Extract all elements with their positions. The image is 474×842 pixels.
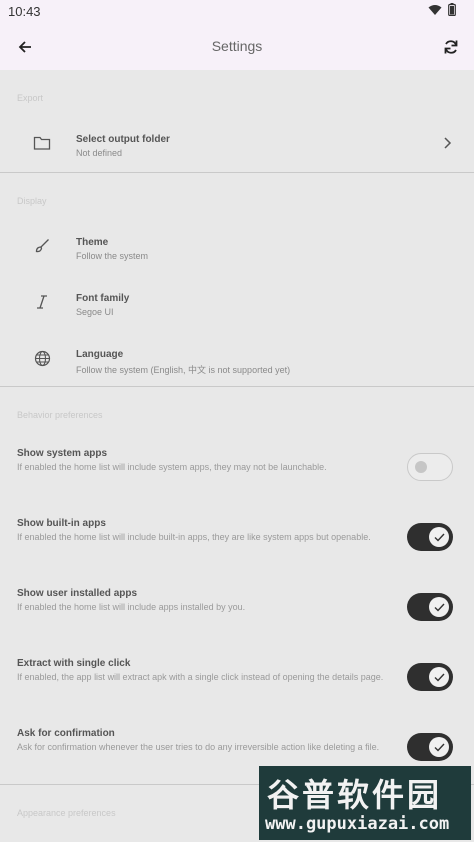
pref-title-extract-single-click: Extract with single click bbox=[17, 658, 131, 669]
pref-desc: If enabled the home list will include ap… bbox=[17, 602, 246, 612]
folder-icon bbox=[31, 132, 53, 154]
toggle-knob bbox=[429, 737, 449, 757]
divider bbox=[0, 386, 474, 387]
theme-item[interactable]: Theme Follow the system bbox=[0, 221, 474, 271]
show-user-installed-apps-toggle[interactable] bbox=[407, 593, 453, 621]
status-time: 10:43 bbox=[8, 4, 41, 19]
watermark-text: 谷普软件园 bbox=[267, 777, 443, 813]
extract-single-click-toggle[interactable] bbox=[407, 663, 453, 691]
ask-for-confirmation-toggle[interactable] bbox=[407, 733, 453, 761]
row-title: Font family bbox=[76, 293, 130, 304]
row-title: Language bbox=[76, 349, 124, 360]
row-subtitle: Follow the system bbox=[76, 251, 149, 261]
italic-font-icon bbox=[31, 291, 53, 313]
toggle-knob bbox=[429, 597, 449, 617]
section-label-display: Display bbox=[17, 196, 47, 206]
battery-icon bbox=[448, 3, 456, 16]
show-system-apps-toggle[interactable] bbox=[407, 453, 453, 481]
brush-icon bbox=[31, 235, 53, 257]
watermark-logo: 谷普软件园 www.gupuxiazai.com bbox=[259, 766, 471, 840]
check-icon bbox=[434, 603, 445, 612]
pref-title-show-user-installed-apps: Show user installed apps bbox=[17, 588, 138, 599]
row-subtitle: Not defined bbox=[76, 148, 123, 158]
section-label-appearance: Appearance preferences bbox=[17, 808, 116, 818]
toggle-knob bbox=[429, 527, 449, 547]
show-built-in-apps-toggle[interactable] bbox=[407, 523, 453, 551]
status-icons bbox=[428, 3, 456, 16]
refresh-icon bbox=[444, 40, 458, 54]
toggle-knob bbox=[415, 461, 427, 473]
pref-title-ask-for-confirmation: Ask for confirmation bbox=[17, 728, 115, 739]
pref-desc: If enabled the home list will include sy… bbox=[17, 462, 327, 472]
pref-desc: Ask for confirmation whenever the user t… bbox=[17, 742, 380, 752]
font-family-item[interactable]: Font family Segoe UI bbox=[0, 277, 474, 327]
check-icon bbox=[434, 743, 445, 752]
page-title: Settings bbox=[211, 38, 263, 54]
top-bar: 10:43 Settings bbox=[0, 0, 474, 70]
section-label-export: Export bbox=[17, 93, 44, 103]
row-subtitle: Segoe UI bbox=[76, 307, 114, 317]
divider bbox=[0, 172, 474, 173]
language-item[interactable]: Language Follow the system (English, 中文 … bbox=[0, 333, 474, 383]
row-title: Select output folder bbox=[76, 134, 170, 145]
select-output-folder-item[interactable]: Select output folder Not defined bbox=[0, 118, 474, 168]
section-label-behavior: Behavior preferences bbox=[17, 410, 103, 420]
pref-title-show-built-in-apps: Show built-in apps bbox=[17, 518, 106, 529]
row-subtitle: Follow the system (English, 中文 is not su… bbox=[76, 365, 291, 375]
check-icon bbox=[434, 533, 445, 542]
chevron-right-icon bbox=[440, 136, 454, 150]
check-icon bbox=[434, 673, 445, 682]
refresh-button[interactable] bbox=[440, 36, 462, 58]
row-title: Theme bbox=[76, 237, 109, 248]
toggle-knob bbox=[429, 667, 449, 687]
globe-icon bbox=[31, 347, 53, 369]
pref-desc: If enabled, the app list will extract ap… bbox=[17, 672, 384, 682]
wifi-icon bbox=[428, 4, 442, 15]
pref-desc: If enabled the home list will include bu… bbox=[17, 532, 371, 542]
pref-title-show-system-apps: Show system apps bbox=[17, 448, 108, 459]
watermark-url: www.gupuxiazai.com bbox=[265, 814, 450, 834]
